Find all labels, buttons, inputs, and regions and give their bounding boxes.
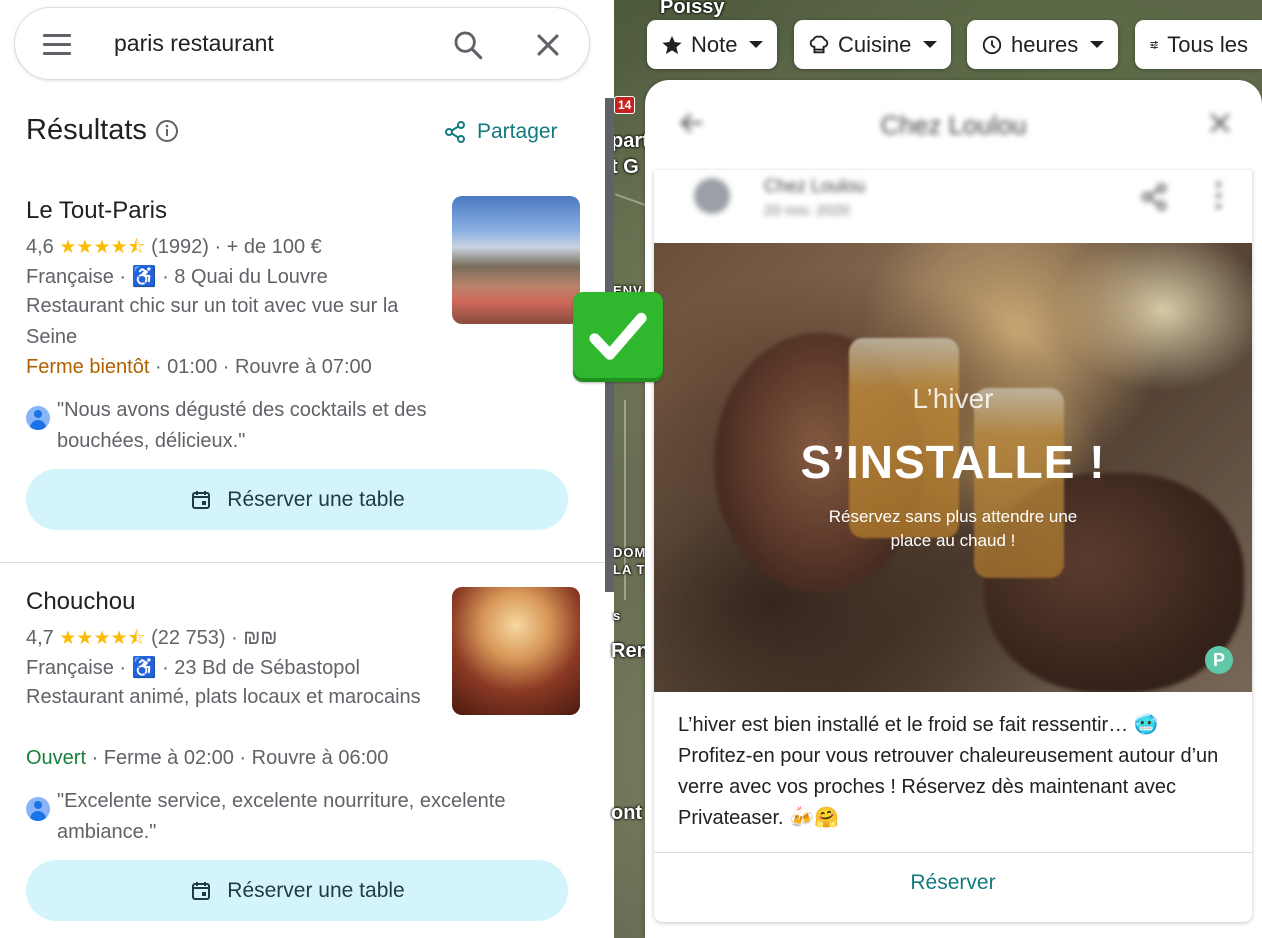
info-icon[interactable]: [155, 119, 179, 143]
review-text: "Nous avons dégusté des cocktails et des…: [57, 399, 427, 452]
hours: · 01:00 · Rouvre à 07:00: [154, 356, 372, 378]
map-label-poissy: Poissy: [660, 0, 725, 18]
filter-chip-hours[interactable]: heures: [967, 20, 1119, 69]
hours-line: Ferme bientôt · 01:00 · Rouvre à 07:00: [26, 356, 372, 379]
avatar: [694, 178, 730, 214]
post-detail-panel: Chez Loulou Chez Loulou 20 nov. 2020 L’h…: [645, 80, 1262, 938]
share-icon[interactable]: [1139, 182, 1169, 212]
image-caption-small: L’hiver: [912, 383, 994, 414]
post-image[interactable]: L’hiver S’INSTALLE ! Réservez sans plus …: [654, 243, 1252, 692]
rating-stars: ★★★★⯪: [59, 237, 146, 258]
filter-chip-all[interactable]: Tous les: [1135, 20, 1262, 69]
map-label: ont: [611, 802, 643, 824]
checkmark-icon: [573, 292, 663, 382]
star-icon: [662, 35, 682, 54]
reserve-label: Réserver une table: [227, 487, 405, 511]
panel-title: Chez Loulou: [880, 110, 1027, 140]
wheelchair-icon: ♿: [131, 266, 157, 288]
road-shield: 14: [614, 96, 636, 114]
avatar-icon: [26, 797, 50, 821]
post-author: Chez Loulou: [764, 176, 866, 196]
chevron-down-icon: [923, 41, 938, 48]
place-photo[interactable]: [452, 196, 580, 324]
address: · 23 Bd de Sébastopol: [162, 657, 360, 679]
place-name[interactable]: Chouchou: [26, 588, 135, 616]
rating-stars: ★★★★⯪: [59, 628, 146, 649]
chip-label: Cuisine: [838, 31, 912, 57]
divider: [0, 562, 614, 563]
map-label: DOM: [613, 545, 647, 560]
cuisine: Française ·: [26, 266, 127, 288]
filter-chip-note[interactable]: Note: [647, 20, 778, 69]
post-date: 20 nov. 2020: [764, 202, 850, 219]
open-status: Ouvert: [26, 747, 87, 769]
post-panel-header: Chez Loulou: [645, 80, 1262, 170]
close-icon[interactable]: [531, 28, 565, 62]
reserve-table-button[interactable]: Réserver une table: [26, 469, 568, 530]
chip-label: Note: [691, 31, 738, 57]
avatar-icon: [26, 406, 50, 430]
rating-value: 4,6: [26, 236, 54, 258]
chevron-down-icon: [749, 41, 764, 48]
place-photo[interactable]: [452, 587, 580, 715]
reviews-price: (22 753) · ₪₪: [151, 627, 278, 649]
description: Restaurant chic sur un toit avec vue sur…: [26, 295, 399, 348]
reserve-table-button[interactable]: Réserver une table: [26, 860, 568, 921]
cuisine: Française ·: [26, 657, 127, 679]
privateaser-logo-icon: P: [1205, 646, 1233, 674]
image-caption-big: S’INSTALLE !: [800, 436, 1106, 488]
address: · 8 Quai du Louvre: [162, 266, 328, 288]
chevron-down-icon: [1090, 41, 1105, 48]
filter-chip-cuisine[interactable]: Cuisine: [794, 20, 952, 69]
category-line: Française · ♿ · 8 Quai du Louvre: [26, 264, 328, 289]
map-label: Ren: [611, 640, 649, 662]
reviews-price: (1992) · + de 100 €: [151, 236, 322, 258]
calendar-icon: [192, 881, 211, 900]
rating-line: 4,7 ★★★★⯪ (22 753) · ₪₪: [26, 624, 277, 656]
chef-hat-icon: [809, 35, 829, 53]
results-heading: Résultats: [26, 114, 179, 147]
post-body-text: L’hiver est bien installé et le froid se…: [678, 714, 1219, 829]
map-label: part: [611, 130, 649, 152]
search-input[interactable]: paris restaurant: [114, 30, 274, 57]
search-box[interactable]: paris restaurant: [14, 7, 590, 80]
share-icon: [445, 121, 465, 143]
review-snippet: "Nous avons dégusté des cocktails et des…: [26, 395, 506, 457]
share-button[interactable]: Partager: [443, 120, 558, 144]
category-line: Française · ♿ · 23 Bd de Sébastopol: [26, 655, 360, 680]
calendar-icon: [192, 490, 211, 509]
map-label: s: [613, 608, 622, 623]
rating-value: 4,7: [26, 627, 54, 649]
results-panel: paris restaurant Résultats Partager Le T…: [0, 0, 614, 938]
review-text: "Excelente service, excelente nourriture…: [57, 790, 506, 843]
chip-label: Tous les: [1167, 31, 1248, 57]
image-subtitle-line: Réservez sans plus attendre une: [828, 507, 1078, 526]
reserve-label: Réserver une table: [227, 878, 405, 902]
clock-icon: [982, 35, 1002, 54]
sliders-icon: [1150, 40, 1158, 49]
chip-label: heures: [1011, 31, 1079, 57]
map-label: LA T: [613, 562, 646, 577]
close-icon[interactable]: [1205, 108, 1235, 138]
rating-line: 4,6 ★★★★⯪ (1992) · + de 100 €: [26, 233, 322, 265]
post-author-bar: Chez Loulou 20 nov. 2020: [654, 170, 1252, 243]
menu-icon[interactable]: [41, 31, 73, 57]
search-icon[interactable]: [451, 28, 485, 62]
place-name[interactable]: Le Tout-Paris: [26, 197, 167, 225]
image-subtitle-line: place au chaud !: [890, 531, 1016, 550]
more-vert-icon[interactable]: [1216, 182, 1222, 212]
map-label: t G: [611, 156, 639, 178]
image-subtitle: Réservez sans plus attendre une place au…: [654, 505, 1252, 553]
hours-line: Ouvert · Ferme à 02:00 · Rouvre à 06:00: [26, 747, 388, 770]
wheelchair-icon: ♿: [131, 657, 157, 679]
open-status: Ferme bientôt: [26, 356, 150, 378]
hours: · Ferme à 02:00 · Rouvre à 06:00: [91, 747, 389, 769]
share-label: Partager: [477, 120, 558, 143]
results-title: Résultats: [26, 114, 147, 146]
reserve-button[interactable]: Réserver: [654, 853, 1252, 913]
description: Restaurant animé, plats locaux et maroca…: [26, 686, 421, 708]
review-snippet: "Excelente service, excelente nourriture…: [26, 786, 506, 848]
post-card: Chez Loulou 20 nov. 2020 L’hiver S’INSTA…: [654, 170, 1252, 922]
